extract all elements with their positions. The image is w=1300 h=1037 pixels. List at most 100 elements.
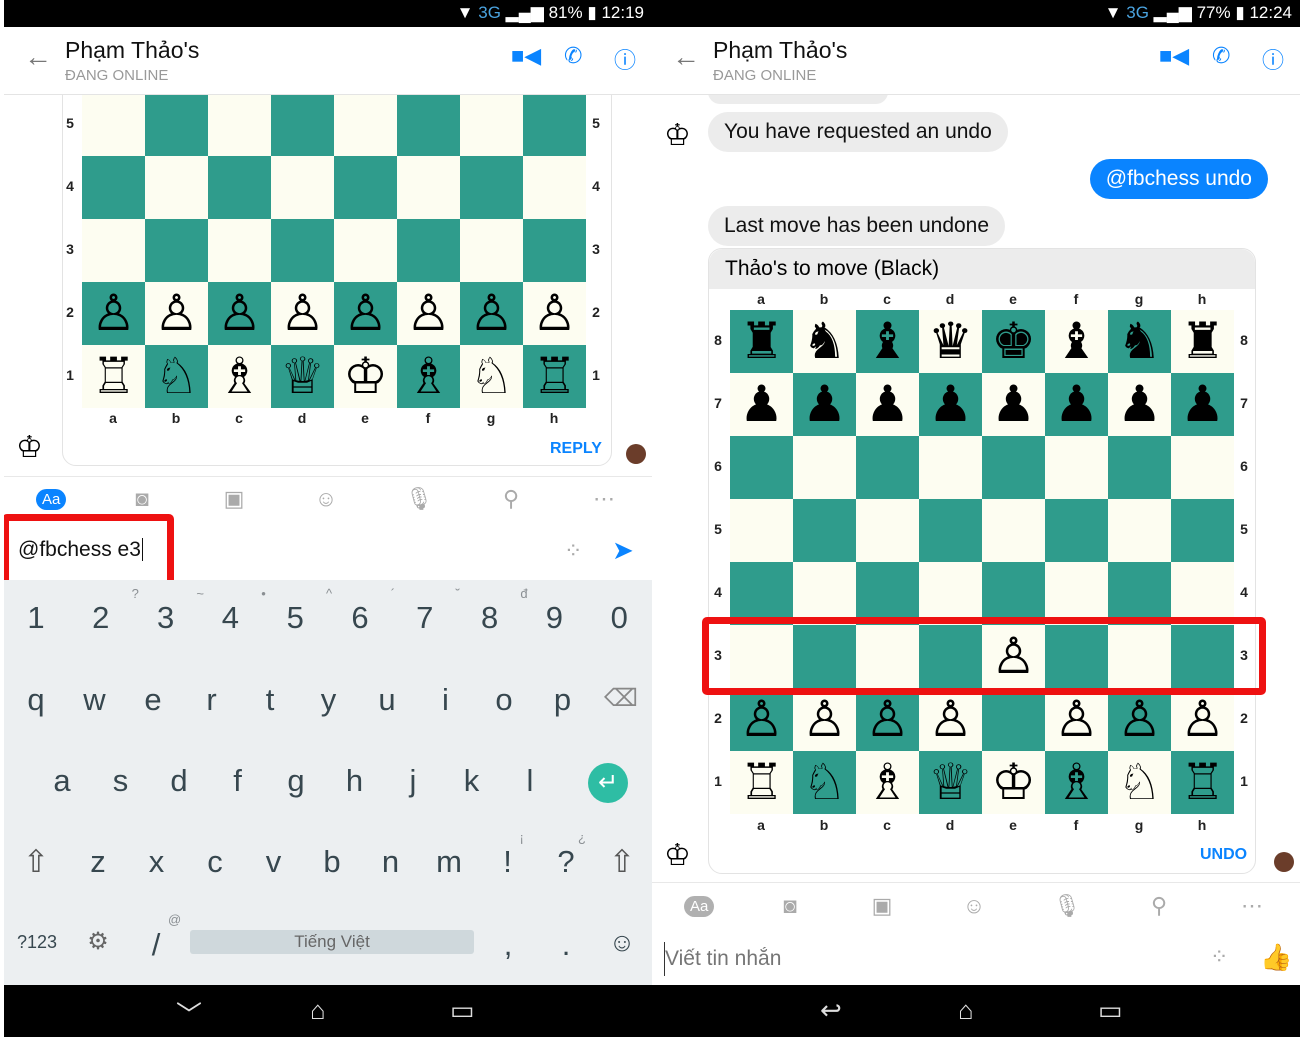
send-icon[interactable]: ➤: [612, 535, 634, 566]
board-square-e3[interactable]: [334, 219, 397, 282]
key-l[interactable]: l: [498, 763, 562, 799]
key-b[interactable]: b: [300, 844, 364, 880]
board-square-f6[interactable]: [1045, 436, 1108, 499]
board-square-b5[interactable]: [793, 499, 856, 562]
white-rook-icon[interactable]: ♖: [730, 751, 793, 814]
key-h[interactable]: h: [323, 763, 387, 799]
black-pawn-icon[interactable]: ♟: [1045, 373, 1108, 436]
gallery-icon[interactable]: ▣: [214, 486, 254, 512]
settings-icon[interactable]: ⚙: [66, 927, 130, 956]
key-j[interactable]: j: [381, 763, 445, 799]
board-square-a6[interactable]: [730, 436, 793, 499]
key-w[interactable]: w: [63, 682, 127, 718]
board-square-c5[interactable]: [208, 93, 271, 156]
white-queen-icon[interactable]: ♕: [919, 751, 982, 814]
key-1[interactable]: 1: [4, 600, 68, 636]
board-square-b4[interactable]: [793, 562, 856, 625]
board-square-b3[interactable]: [145, 219, 208, 282]
board-square-d5[interactable]: [919, 499, 982, 562]
board-square-g5[interactable]: [1108, 499, 1171, 562]
video-call-icon[interactable]: ■◀: [511, 43, 541, 69]
white-knight-icon[interactable]: ♘: [1108, 751, 1171, 814]
nav-back-icon[interactable]: ↩: [820, 995, 842, 1026]
board-square-e4[interactable]: [334, 156, 397, 219]
key-t[interactable]: t: [238, 682, 302, 718]
white-pawn-icon[interactable]: ♙: [82, 282, 145, 345]
black-pawn-icon[interactable]: ♟: [982, 373, 1045, 436]
white-rook-icon[interactable]: ♖: [523, 345, 586, 408]
info-icon[interactable]: ⓘ: [614, 43, 636, 75]
sticker-icon[interactable]: ⁘: [1210, 944, 1228, 970]
board-square-h4[interactable]: [1171, 562, 1234, 625]
board-square-e5[interactable]: [334, 93, 397, 156]
board-square-e6[interactable]: [982, 436, 1045, 499]
key-4[interactable]: 4: [198, 600, 262, 636]
nav-recents-icon[interactable]: ▭: [1098, 995, 1123, 1026]
white-knight-icon[interactable]: ♘: [793, 751, 856, 814]
nav-recents-icon[interactable]: ▭: [450, 995, 475, 1026]
white-king-icon[interactable]: ♔: [982, 751, 1045, 814]
board-square-f3[interactable]: [397, 219, 460, 282]
gallery-icon[interactable]: ▣: [862, 893, 902, 919]
board-square-g3[interactable]: [460, 219, 523, 282]
board-square-h4[interactable]: [523, 156, 586, 219]
board-square-d5[interactable]: [271, 93, 334, 156]
info-icon[interactable]: ⓘ: [1262, 43, 1284, 75]
white-queen-icon[interactable]: ♕: [271, 345, 334, 408]
key-u[interactable]: u: [355, 682, 419, 718]
board-square-g5[interactable]: [460, 93, 523, 156]
board-square-e5[interactable]: [982, 499, 1045, 562]
board-square-e4[interactable]: [982, 562, 1045, 625]
key-x[interactable]: x: [125, 844, 189, 880]
white-rook-icon[interactable]: ♖: [1171, 751, 1234, 814]
black-rook-icon[interactable]: ♜: [730, 310, 793, 373]
white-bishop-icon[interactable]: ♗: [397, 345, 460, 408]
key-s[interactable]: s: [89, 763, 153, 799]
location-icon[interactable]: ⚲: [1139, 893, 1179, 919]
key-o[interactable]: o: [472, 682, 536, 718]
white-pawn-icon[interactable]: ♙: [730, 688, 793, 751]
space-bar[interactable]: Tiếng Việt: [190, 930, 474, 954]
key-2[interactable]: 2: [69, 600, 133, 636]
board-square-d4[interactable]: [271, 156, 334, 219]
key-i[interactable]: i: [414, 682, 478, 718]
white-pawn-icon[interactable]: ♙: [793, 688, 856, 751]
board-square-d6[interactable]: [919, 436, 982, 499]
board-square-h5[interactable]: [523, 93, 586, 156]
emoji-icon[interactable]: ☺: [306, 486, 346, 512]
enter-key[interactable]: ↵: [588, 763, 628, 803]
key-f[interactable]: f: [206, 763, 270, 799]
back-arrow-icon[interactable]: ←: [672, 41, 700, 73]
board-square-a5[interactable]: [730, 499, 793, 562]
key-0[interactable]: 0: [587, 600, 651, 636]
board-square-f4[interactable]: [1045, 562, 1108, 625]
key-5[interactable]: 5: [263, 600, 327, 636]
black-pawn-icon[interactable]: ♟: [730, 373, 793, 436]
white-knight-icon[interactable]: ♘: [145, 345, 208, 408]
board-square-g4[interactable]: [1108, 562, 1171, 625]
black-queen-icon[interactable]: ♛: [919, 310, 982, 373]
black-knight-icon[interactable]: ♞: [1108, 310, 1171, 373]
board-square-g6[interactable]: [1108, 436, 1171, 499]
board-square-a4[interactable]: [82, 156, 145, 219]
comma-key[interactable]: ,: [476, 927, 540, 963]
sticker-icon[interactable]: ⁘: [564, 538, 582, 564]
white-bishop-icon[interactable]: ♗: [1045, 751, 1108, 814]
key-![interactable]: !: [476, 844, 540, 880]
board-square-d4[interactable]: [919, 562, 982, 625]
board-square-h3[interactable]: [523, 219, 586, 282]
shift-right-icon[interactable]: ⇧: [590, 844, 652, 880]
key-y[interactable]: y: [297, 682, 361, 718]
board-square-c4[interactable]: [208, 156, 271, 219]
white-bishop-icon[interactable]: ♗: [856, 751, 919, 814]
key-d[interactable]: d: [147, 763, 211, 799]
white-pawn-icon[interactable]: ♙: [208, 282, 271, 345]
key-v[interactable]: v: [242, 844, 306, 880]
white-pawn-icon[interactable]: ♙: [271, 282, 334, 345]
emoji-key-icon[interactable]: ☺: [590, 927, 652, 958]
key-q[interactable]: q: [4, 682, 68, 718]
board-square-f5[interactable]: [397, 93, 460, 156]
black-rook-icon[interactable]: ♜: [1171, 310, 1234, 373]
board-square-b4[interactable]: [145, 156, 208, 219]
nav-home-icon[interactable]: ⌂: [310, 995, 326, 1026]
